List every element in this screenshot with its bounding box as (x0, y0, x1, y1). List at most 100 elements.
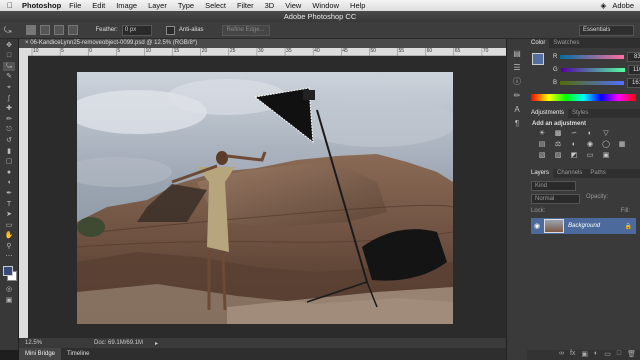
healing-brush-tool-icon[interactable]: ✚ (3, 104, 15, 113)
antialias-checkbox[interactable] (165, 25, 175, 35)
color-spectrum[interactable] (531, 94, 636, 101)
gradient-tool-icon[interactable]: ▢ (3, 157, 15, 166)
color-swatches[interactable] (2, 265, 17, 282)
slider-r[interactable]: R 83 (549, 50, 640, 63)
type-tool-icon[interactable]: T (3, 200, 15, 209)
feather-input[interactable]: 0 px (121, 24, 152, 36)
menu-type[interactable]: Type (178, 1, 194, 10)
marquee-tool-icon[interactable]: □ (3, 51, 15, 60)
photo-canvas[interactable] (77, 72, 453, 324)
channel-mixer-icon[interactable]: ◯ (601, 141, 611, 149)
horizontal-ruler[interactable]: 10 5 0 5 10 15 20 25 30 35 40 45 50 55 60 65 70 (28, 48, 506, 56)
selective-color-icon[interactable]: ▣ (601, 152, 611, 160)
tab-timeline[interactable]: Timeline (61, 348, 95, 360)
blend-mode-select[interactable]: Normal (531, 194, 580, 204)
fx-icon[interactable]: fx (570, 350, 575, 360)
tab-swatches[interactable]: Swatches (549, 39, 583, 48)
crop-tool-icon[interactable]: ⌖ (3, 83, 15, 92)
apple-icon[interactable]:  (4, 1, 16, 10)
dodge-tool-icon[interactable]: ◖ (3, 178, 15, 187)
hue-saturation-icon[interactable]: ▤ (537, 141, 547, 149)
clone-stamp-tool-icon[interactable]: ⎋ (3, 125, 15, 134)
color-fg-swatch[interactable] (532, 53, 544, 65)
close-doc-icon[interactable]: × (25, 40, 29, 46)
history-panel-icon[interactable]: ▤ (511, 49, 523, 59)
eyedropper-tool-icon[interactable]: ∫ (3, 94, 15, 103)
tab-channels[interactable]: Channels (553, 169, 586, 178)
add-mask-icon[interactable]: ▣ (581, 350, 588, 360)
zoom-level[interactable]: 12.5% (25, 340, 42, 346)
screen-mode-icon[interactable]: ▣ (3, 296, 15, 305)
menu-edit[interactable]: Edit (92, 1, 105, 10)
shape-tool-icon[interactable]: ▭ (3, 221, 15, 230)
zoom-tool-icon[interactable]: ⚲ (3, 242, 15, 251)
lasso-preset-icon[interactable]: ⤿ (4, 25, 12, 36)
r-slider-bar[interactable] (560, 54, 625, 59)
exposure-icon[interactable]: ◐ (585, 130, 595, 138)
add-selection-button[interactable] (39, 25, 50, 35)
subtract-selection-button[interactable] (53, 25, 64, 35)
pen-tool-icon[interactable]: ✒ (3, 189, 15, 198)
g-slider-bar[interactable] (560, 67, 625, 72)
menu-file[interactable]: File (69, 1, 81, 10)
menu-filter[interactable]: Filter (237, 1, 254, 10)
blur-tool-icon[interactable]: ● (3, 168, 15, 177)
slider-b[interactable]: B 161 (549, 76, 640, 89)
tab-adjustments[interactable]: Adjustments (527, 109, 569, 118)
properties-panel-icon[interactable]: ☰ (511, 63, 523, 73)
kind-filter[interactable]: Kind (531, 181, 576, 191)
g-value-input[interactable]: 110 (627, 64, 640, 75)
slider-g[interactable]: G 110 (549, 63, 640, 76)
photo-filter-icon[interactable]: ◉ (585, 141, 595, 149)
eraser-tool-icon[interactable]: ▮ (3, 147, 15, 156)
menu-3d[interactable]: 3D (265, 1, 275, 10)
new-group-icon[interactable]: ▭ (604, 350, 611, 360)
app-menu[interactable]: Photoshop (22, 1, 61, 10)
tab-layers[interactable]: Layers (527, 169, 554, 178)
b-slider-bar[interactable] (560, 80, 625, 85)
tab-paths[interactable]: Paths (586, 169, 609, 178)
more-tools-icon[interactable]: ⋯ (3, 252, 15, 261)
move-tool-icon[interactable]: ✥ (3, 41, 15, 50)
document-tab[interactable]: × 06-KandiceLynn25-removeobject-0099.psd… (19, 39, 506, 48)
history-brush-tool-icon[interactable]: ↺ (3, 136, 15, 145)
path-select-tool-icon[interactable]: ➤ (3, 210, 15, 219)
b-value-input[interactable]: 161 (627, 77, 640, 88)
lasso-tool-icon[interactable]: ⤿ (3, 61, 15, 71)
creative-cloud-icon[interactable]: ◈ (601, 1, 607, 10)
info-panel-icon[interactable]: ⓘ (511, 77, 523, 87)
black-white-icon[interactable]: ◐ (569, 141, 579, 149)
vibrance-icon[interactable]: ▽ (601, 130, 611, 138)
adobe-menu[interactable]: Adobe (612, 1, 634, 10)
r-value-input[interactable]: 83 (627, 51, 640, 62)
menu-view[interactable]: View (285, 1, 301, 10)
quick-mask-icon[interactable]: ◎ (3, 285, 15, 294)
new-selection-button[interactable] (25, 25, 36, 35)
foreground-color-swatch[interactable] (3, 266, 13, 277)
delete-layer-icon[interactable]: 🗑 (627, 350, 636, 360)
link-layers-icon[interactable]: ∞ (559, 350, 564, 360)
tab-styles[interactable]: Styles (568, 109, 592, 118)
menu-help[interactable]: Help (350, 1, 365, 10)
menu-select[interactable]: Select (205, 1, 226, 10)
brightness-contrast-icon[interactable]: ☀ (537, 130, 547, 138)
menu-window[interactable]: Window (312, 1, 339, 10)
status-arrow-icon[interactable]: ▸ (155, 340, 158, 347)
refine-edge-button[interactable]: Refine Edge... (221, 24, 270, 36)
new-layer-icon[interactable]: □ (617, 350, 621, 360)
eye-icon[interactable]: ◉ (534, 222, 540, 230)
tab-mini-bridge[interactable]: Mini Bridge (19, 348, 62, 360)
gradient-map-icon[interactable]: ▭ (585, 152, 595, 160)
tab-color[interactable]: Color (527, 39, 550, 48)
hand-tool-icon[interactable]: ✋ (3, 231, 15, 240)
doc-size[interactable]: Doc: 69.1M/69.1M (94, 340, 143, 346)
paragraph-panel-icon[interactable]: ¶ (511, 119, 523, 129)
invert-icon[interactable]: ▧ (537, 152, 547, 160)
levels-icon[interactable]: ▩ (553, 130, 563, 138)
character-panel-icon[interactable]: A (511, 105, 523, 115)
threshold-icon[interactable]: ◩ (569, 152, 579, 160)
menu-image[interactable]: Image (116, 1, 137, 10)
workspace-select[interactable]: Essentials (579, 24, 634, 36)
intersect-selection-button[interactable] (67, 25, 78, 35)
posterize-icon[interactable]: ▨ (553, 152, 563, 160)
